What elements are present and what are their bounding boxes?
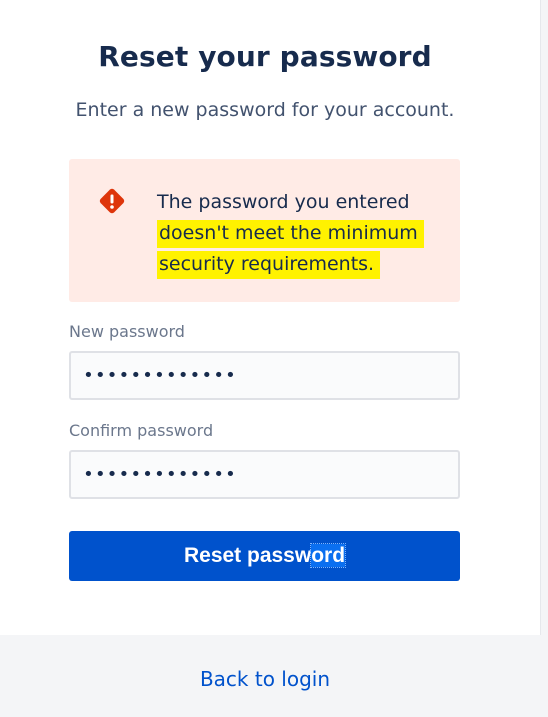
alert-message-line-2: doesn't meet the minimum <box>157 220 424 248</box>
reset-password-button[interactable]: Reset password <box>69 531 460 581</box>
page-subtitle: Enter a new password for your account. <box>75 99 455 121</box>
reset-password-card: Reset your password Enter a new password… <box>0 0 540 635</box>
alert-message: The password you entered doesn't meet th… <box>157 187 447 280</box>
card-edge <box>540 0 541 635</box>
error-alert: The password you entered doesn't meet th… <box>69 159 460 302</box>
back-to-login-link[interactable]: Back to login <box>0 667 530 691</box>
confirm-password-label: Confirm password <box>69 421 214 440</box>
confirm-password-field[interactable] <box>69 450 460 499</box>
reset-password-button-label: Reset passw <box>183 544 312 567</box>
alert-message-line-1: The password you entered <box>157 191 410 213</box>
page-title: Reset your password <box>98 40 432 73</box>
alert-message-line-3: security requirements. <box>157 251 381 279</box>
new-password-label: New password <box>69 322 185 341</box>
new-password-field[interactable] <box>69 351 460 400</box>
reset-password-button-label-selected: ord <box>310 543 347 568</box>
confirm-password-input[interactable] <box>71 452 458 497</box>
new-password-input[interactable] <box>71 353 458 398</box>
error-icon <box>99 188 125 214</box>
